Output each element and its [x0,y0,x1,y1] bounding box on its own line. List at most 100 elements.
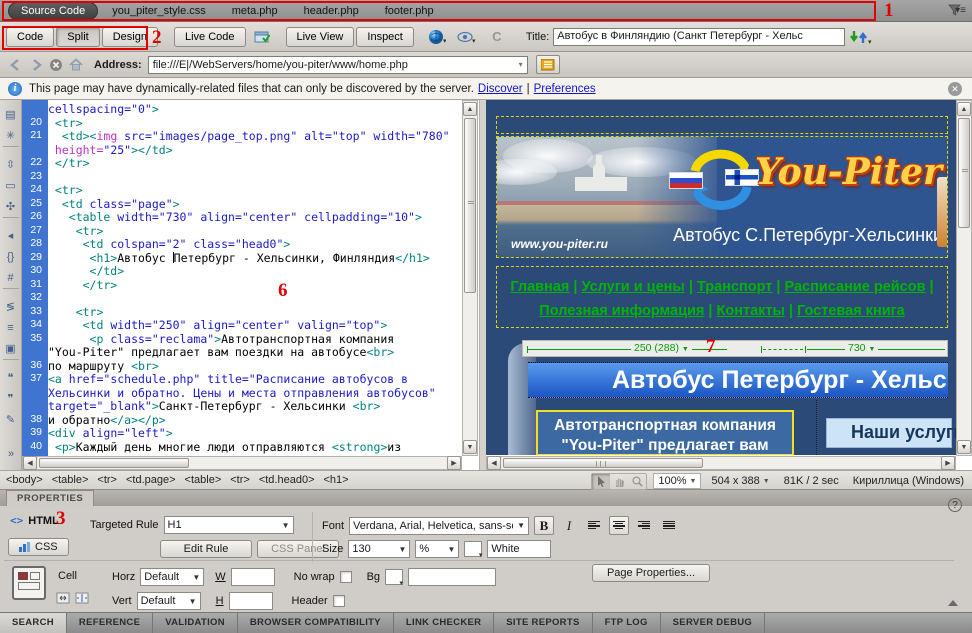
code-line[interactable]: <td width="250" align="center" valign="t… [48,318,463,332]
menu-link[interactable]: Услуги и цены [581,279,684,295]
align-justify-icon[interactable] [659,516,679,535]
line-numbers-icon[interactable]: # [2,267,20,288]
properties-tab[interactable]: PROPERTIES [6,490,94,506]
font-select[interactable]: Verdana, Arial, Helvetica, sans-serif▼ [349,517,529,535]
address-dropdown-icon[interactable]: ▾ [519,60,523,69]
tag-selector-item[interactable]: <table> [52,474,89,486]
title-input[interactable]: Автобус в Финляндию (Санкт Петербург - Х… [553,28,845,46]
split-cell-icon[interactable] [75,592,89,604]
code-vertical-scrollbar[interactable]: ▲ ▼ [462,100,478,456]
highlight-invalid-code-icon[interactable]: ▣ [2,338,20,359]
code-line[interactable]: и обратно</a></p> [48,413,463,427]
size-select[interactable]: 130▼ [348,540,410,558]
tag-selector-item[interactable]: <td.head0> [259,474,315,486]
validate-markup-icon[interactable]: ▾ [455,27,479,47]
check-browser-compatibility-icon[interactable] [251,27,275,47]
code-horizontal-scrollbar[interactable]: ◀ ▶ [22,456,462,470]
code-line[interactable]: <div align="left"> [48,426,463,440]
refresh-design-view-icon[interactable]: C [485,27,509,47]
bold-button[interactable]: B [534,516,554,535]
cell-height-input[interactable] [229,592,273,610]
targeted-rule-select[interactable]: H1▼ [164,516,294,534]
table-width-label[interactable]: 730 ▼ [845,342,878,354]
view-options-icon[interactable] [536,55,560,74]
code-line[interactable]: <tr> [48,183,463,197]
code-line[interactable] [48,291,463,305]
panel-menu-icon[interactable]: ▾≡ [955,5,966,16]
design-scroll-right-icon[interactable]: ▶ [941,456,955,470]
inspect-button[interactable]: Inspect [356,27,413,47]
tag-selector-item[interactable]: <body> [6,474,43,486]
align-right-icon[interactable] [634,516,654,535]
code-scroll-up-icon[interactable]: ▲ [463,102,477,116]
stop-icon[interactable] [46,56,66,74]
design-scrollbar-thumb[interactable] [958,118,970,228]
code-line[interactable]: <tr> [48,116,463,130]
site-menu[interactable]: Главная | Услуги и цены | Транспорт | Ра… [496,266,948,328]
select-tool-icon[interactable] [592,474,610,489]
company-intro-box[interactable]: Автотранспортная компания "You-Piter" пр… [536,410,794,455]
preview-in-browser-icon[interactable]: ▾ [425,27,449,47]
select-parent-tag-icon[interactable]: ◂ [2,225,20,246]
menu-link[interactable]: Транспорт [697,279,772,295]
live-code-button[interactable]: Live Code [174,27,246,47]
tag-selector-item[interactable]: <td.page> [126,474,176,486]
no-wrap-checkbox[interactable] [340,571,352,583]
column-width-label[interactable]: 250 (288) ▼ [631,342,692,354]
code-line[interactable]: <td colspan="2" class="head0"> [48,237,463,251]
collapse-full-tag-icon[interactable]: ⇳ [2,154,20,175]
design-scroll-down-icon[interactable]: ▼ [957,440,971,454]
code-line[interactable]: </tr> [48,156,463,170]
vert-select[interactable]: Default▼ [137,592,201,610]
results-tab-search[interactable]: SEARCH [0,613,67,633]
text-color-picker[interactable] [464,541,482,557]
code-navigator-icon[interactable]: ✳ [2,125,20,146]
code-line[interactable]: <table width="730" align="center" cellpa… [48,210,463,224]
live-view-button[interactable]: Live View [286,27,355,47]
menu-link[interactable]: Контакты [717,303,785,319]
back-icon[interactable] [6,56,26,74]
code-line[interactable]: target="_blank">Санкт-Петербург - Хельси… [48,399,463,413]
tag-selector-item[interactable]: <tr> [97,474,117,486]
design-vertical-scrollbar[interactable]: ▲ ▼ [956,100,972,456]
code-line[interactable]: <tr> [48,224,463,238]
results-tab-browser-compatibility[interactable]: BROWSER COMPATIBILITY [238,613,394,633]
html-mode-button[interactable]: HTML [28,515,59,527]
align-center-icon[interactable] [609,516,629,535]
syntax-error-alerts-icon[interactable]: ≶ [2,296,20,317]
bg-value-input[interactable] [408,568,496,586]
unit-select[interactable]: %▼ [415,540,459,558]
results-tab-site-reports[interactable]: SITE REPORTS [494,613,592,633]
code-editor[interactable]: cellspacing="0"> <tr> <td><img src="imag… [48,102,463,456]
code-line[interactable]: </tr> [48,278,463,292]
results-tab-link-checker[interactable]: LINK CHECKER [394,613,494,633]
code-line[interactable] [48,170,463,184]
coding-toolbar-collapse-icon[interactable]: » [0,448,22,460]
results-tab-ftp-log[interactable]: FTP LOG [593,613,661,633]
menu-link[interactable]: Гостевая книга [797,303,905,319]
address-input[interactable]: file:///E|/WebServers/home/you-piter/www… [148,56,528,74]
results-tab-reference[interactable]: REFERENCE [67,613,153,633]
zoom-level-select[interactable]: 100%▼ [653,473,701,489]
hand-tool-icon[interactable] [610,474,628,489]
color-value-input[interactable]: White [487,540,551,558]
code-hscrollbar-thumb[interactable] [39,458,189,468]
tag-selector-item[interactable]: <table> [185,474,222,486]
design-view[interactable]: You-Piter Автобус С.Петербург-Хельсинки … [486,100,956,455]
preferences-link[interactable]: Preferences [534,83,596,95]
window-size-select[interactable]: 504 x 388▼ [707,475,773,487]
apply-html-comment-icon[interactable]: ≡ [2,317,20,338]
help-icon[interactable]: ? [948,498,962,512]
code-scroll-right-icon[interactable]: ▶ [447,456,461,470]
expand-all-icon[interactable]: ✣ [2,196,20,217]
design-horizontal-scrollbar[interactable]: ◀ ▶ [486,456,956,470]
discover-link[interactable]: Discover [478,83,523,95]
apply-comment-icon[interactable]: ❝ [2,367,20,388]
results-tab-server-debug[interactable]: SERVER DEBUG [661,613,765,633]
tag-selector-item[interactable]: <tr> [230,474,250,486]
code-line[interactable]: cellspacing="0"> [48,102,463,116]
home-icon[interactable] [66,56,86,74]
pane-splitter[interactable] [479,100,486,470]
zoom-tool-icon[interactable] [628,474,646,489]
forward-icon[interactable] [26,56,46,74]
